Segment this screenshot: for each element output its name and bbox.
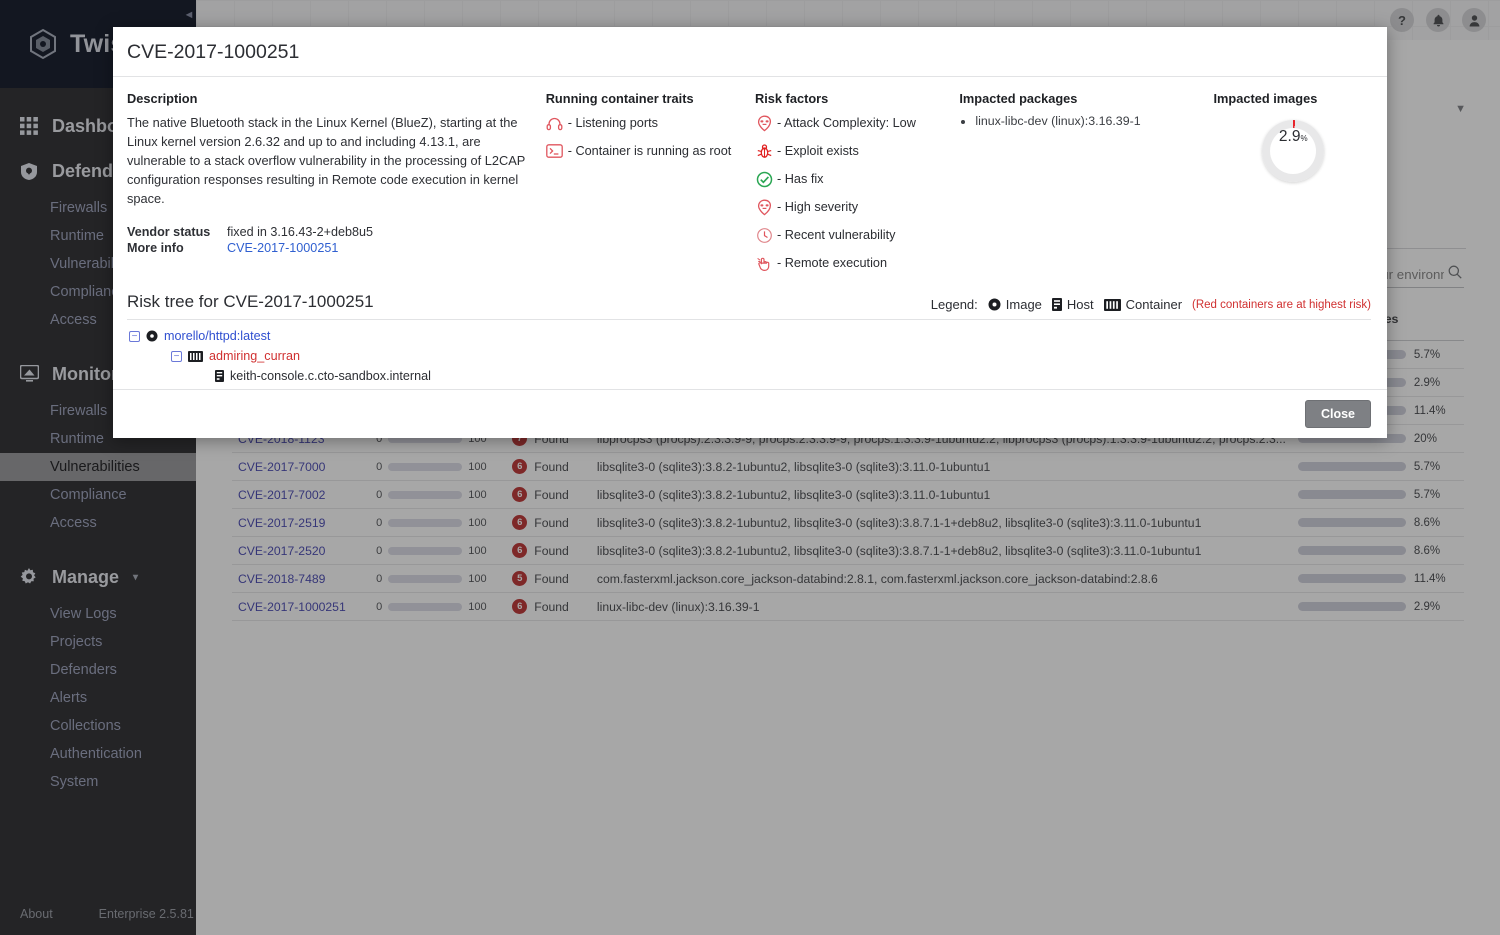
- clock-icon: [755, 226, 773, 244]
- legend-item-label: Host: [1066, 297, 1094, 312]
- modal-title: CVE-2017-1000251: [127, 41, 300, 63]
- modal-footer: Close: [113, 389, 1387, 438]
- tree-node-container[interactable]: − admiring_curran: [127, 349, 1371, 363]
- traits-heading: Running container traits: [545, 91, 694, 106]
- vendor-status-value: fixed in 3.16.43-2+deb8u5: [227, 224, 373, 239]
- image-icon: [146, 330, 158, 342]
- tree-node-host[interactable]: keith-console.c.cto-sandbox.internal: [127, 369, 1371, 383]
- host-icon: [215, 370, 224, 382]
- trait-label: - Container is running as root: [567, 144, 732, 158]
- remote-hand-icon: [755, 254, 773, 272]
- impacted-images-column: Impacted images 2.9 %: [1214, 91, 1373, 282]
- risk-tree-section: Risk tree for CVE-2017-1000251 Legend: I…: [113, 282, 1387, 383]
- vendor-status-label: Vendor status: [127, 224, 211, 239]
- risk-factor-has-fix: - Has fix: [755, 170, 959, 188]
- trait-running-as-root: - Container is running as root: [546, 142, 755, 160]
- legend-item-label: Image: [1005, 297, 1042, 312]
- bug-icon: [755, 142, 773, 160]
- description-heading: Description: [127, 91, 198, 106]
- trait-listening-ports: - Listening ports: [546, 114, 755, 132]
- legend-label: Legend:: [930, 297, 978, 312]
- trait-label: - Listening ports: [567, 116, 658, 130]
- gauge-unit: %: [1300, 134, 1308, 143]
- close-button[interactable]: Close: [1304, 400, 1371, 428]
- tree-toggle-icon[interactable]: −: [129, 330, 140, 342]
- risk-factor-label: - Exploit exists: [777, 144, 859, 158]
- risk-factor-attack-complexity: - Attack Complexity: Low: [755, 114, 959, 132]
- image-icon: [988, 298, 1001, 311]
- more-info-row: More info CVE-2017-1000251: [127, 241, 528, 255]
- impacted-packages-heading: Impacted packages: [959, 91, 1078, 106]
- cve-detail-modal: CVE-2017-1000251 Description The native …: [113, 27, 1387, 438]
- risk-tree-header: Risk tree for CVE-2017-1000251 Legend: I…: [127, 292, 1371, 312]
- alien-icon: [755, 198, 773, 216]
- impacted-packages-column: Impacted packages linux-libc-dev (linux)…: [959, 91, 1213, 282]
- modal-header: CVE-2017-1000251: [113, 27, 1387, 77]
- container-icon: [1103, 298, 1121, 311]
- impacted-packages-list: linux-libc-dev (linux):3.16.39-1: [959, 114, 1213, 128]
- container-icon: [188, 350, 203, 362]
- risk-factor-label: - Has fix: [777, 172, 824, 186]
- modal-body: Description The native Bluetooth stack i…: [113, 77, 1387, 282]
- risk-factor-label: - Remote execution: [777, 256, 888, 270]
- risk-factor-label: - High severity: [777, 200, 859, 214]
- legend-item-host: Host: [1051, 297, 1094, 312]
- risk-factor-label: - Recent vulnerability: [777, 228, 896, 242]
- listening-ports-icon: [546, 114, 564, 132]
- risk-tree-divider: [127, 319, 1371, 320]
- tree-node-image[interactable]: − morello/httpd:latest: [127, 329, 1371, 343]
- gauge-value: 2.9: [1278, 128, 1301, 145]
- risk-factor-high-severity: - High severity: [755, 198, 959, 216]
- tree-node-label[interactable]: morello/httpd:latest: [164, 329, 270, 343]
- description-column: Description The native Bluetooth stack i…: [127, 91, 546, 282]
- check-icon: [755, 170, 773, 188]
- risk-factor-remote-execution: - Remote execution: [755, 254, 959, 272]
- risk-factor-recent-vulnerability: - Recent vulnerability: [755, 226, 959, 244]
- risk-factors-heading: Risk factors: [755, 91, 829, 106]
- legend: Legend: Image Host Container (Red contai…: [931, 297, 1371, 312]
- vendor-info: Vendor status fixed in 3.16.43-2+deb8u5 …: [127, 225, 528, 255]
- more-info-label: More info: [127, 240, 184, 255]
- gauge-inner: 2.9 %: [1270, 128, 1317, 174]
- legend-item-container: Container: [1103, 297, 1183, 312]
- more-info-link[interactable]: CVE-2017-1000251: [227, 241, 338, 255]
- traits-column: Running container traits - Listening por…: [546, 91, 755, 282]
- description-text: The native Bluetooth stack in the Linux …: [127, 115, 526, 206]
- host-icon: [1051, 298, 1062, 311]
- alien-icon: [755, 114, 773, 132]
- legend-note: (Red containers are at highest risk): [1192, 298, 1371, 311]
- terminal-root-icon: [546, 142, 564, 160]
- legend-item-image: Image: [988, 297, 1042, 312]
- impacted-images-gauge: 2.9 %: [1262, 120, 1325, 182]
- risk-tree-title: Risk tree for CVE-2017-1000251: [127, 292, 374, 311]
- legend-item-label: Container: [1125, 297, 1183, 312]
- gauge-wrap: 2.9 %: [1214, 120, 1373, 182]
- impacted-images-heading: Impacted images: [1213, 91, 1318, 106]
- risk-factor-label: - Attack Complexity: Low: [777, 116, 916, 130]
- risk-factors-column: Risk factors - Attack Complexity: Low - …: [755, 91, 959, 282]
- vendor-status-row: Vendor status fixed in 3.16.43-2+deb8u5: [127, 225, 528, 239]
- tree-toggle-icon[interactable]: −: [171, 350, 182, 362]
- tree-node-label[interactable]: admiring_curran: [209, 349, 300, 363]
- tree-node-label: keith-console.c.cto-sandbox.internal: [230, 369, 431, 383]
- risk-factor-exploit-exists: - Exploit exists: [755, 142, 959, 160]
- list-item: linux-libc-dev (linux):3.16.39-1: [975, 114, 1213, 128]
